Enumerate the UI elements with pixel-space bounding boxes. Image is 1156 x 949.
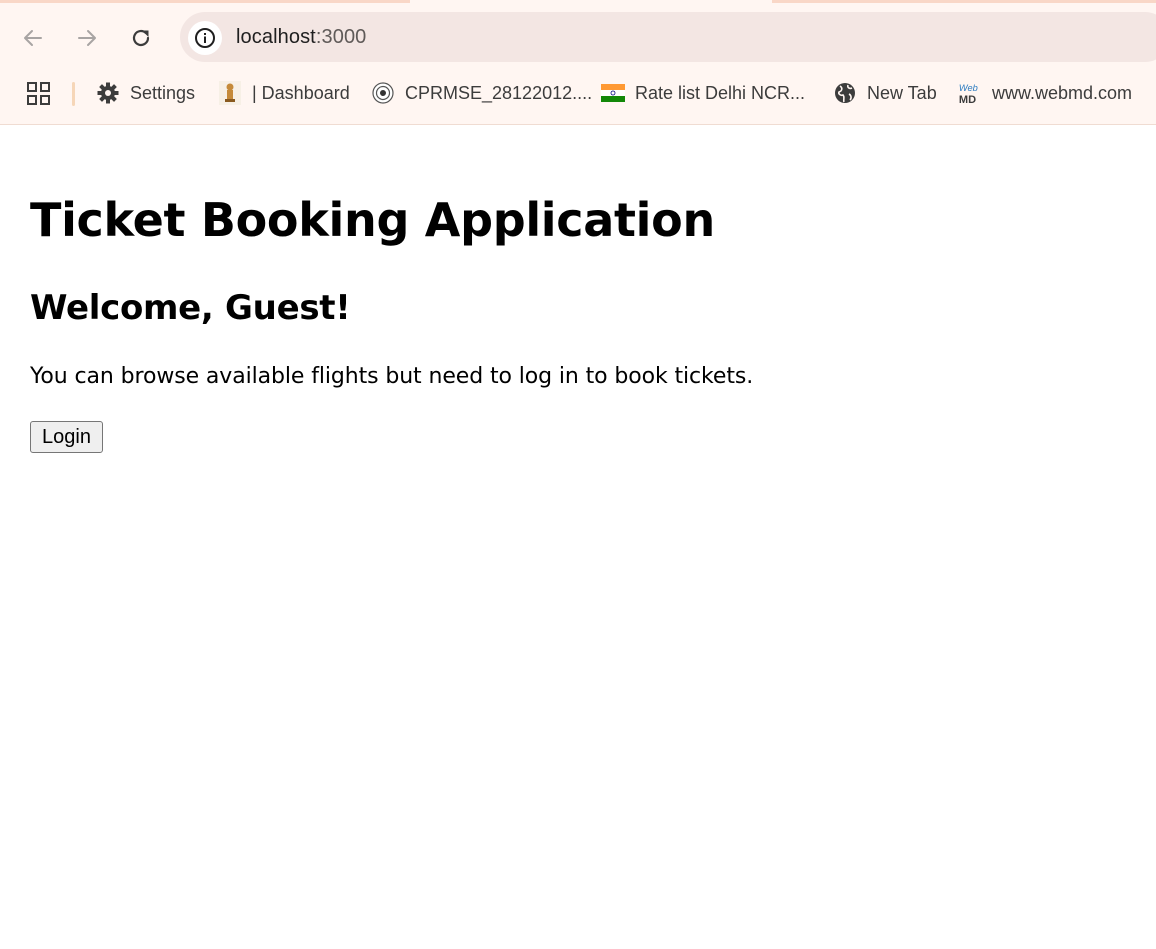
bookmark-label: Settings — [130, 82, 196, 103]
site-info-button[interactable] — [188, 21, 222, 55]
svg-text:MD: MD — [959, 94, 976, 106]
reload-icon — [132, 29, 150, 47]
active-tab[interactable] — [410, 0, 772, 3]
bookmark-label: www.webmd.com — [992, 82, 1133, 103]
apps-grid-icon — [27, 82, 50, 105]
bookmark-rate-list[interactable]: Rate list Delhi NCR... — [601, 79, 805, 107]
url-text[interactable]: localhost:3000 — [236, 26, 366, 49]
back-button[interactable] — [17, 22, 49, 54]
info-icon — [195, 28, 215, 48]
tab-strip — [0, 0, 1156, 3]
bookmark-label: | Dashboard — [252, 82, 350, 103]
bookmark-webmd[interactable]: Web MD www.webmd.com — [958, 79, 1132, 107]
reload-button[interactable] — [125, 22, 157, 54]
emblem-icon — [218, 81, 242, 105]
seal-icon — [371, 81, 395, 105]
url-port: :3000 — [315, 26, 367, 48]
welcome-heading: Welcome, Guest! — [30, 288, 351, 328]
browser-toolbar: localhost:3000 Settings | Dashboard CPRM… — [0, 0, 1156, 125]
webmd-logo-icon: Web MD — [958, 81, 982, 106]
bookmark-settings[interactable]: Settings — [96, 79, 195, 107]
bookmark-label: CPRMSE_28122012.... — [405, 82, 593, 103]
login-button[interactable]: Login — [30, 421, 103, 453]
page-title: Ticket Booking Application — [30, 193, 715, 247]
globe-icon — [833, 81, 857, 105]
gear-icon — [96, 81, 120, 105]
india-flag-icon — [601, 81, 625, 105]
forward-button[interactable] — [71, 22, 103, 54]
bookmark-new-tab[interactable]: New Tab — [833, 79, 937, 107]
apps-button[interactable] — [26, 81, 52, 107]
bookmarks-separator — [72, 82, 75, 106]
url-host: localhost — [236, 26, 316, 48]
bookmark-label: New Tab — [867, 82, 937, 103]
arrow-left-icon — [24, 30, 42, 46]
svg-text:Web: Web — [959, 83, 978, 93]
bookmark-dashboard[interactable]: | Dashboard — [218, 79, 350, 107]
arrow-right-icon — [78, 30, 96, 46]
bookmarks-bar: Settings | Dashboard CPRMSE_28122012....… — [0, 76, 1156, 110]
guest-message: You can browse available flights but nee… — [30, 364, 754, 389]
bookmark-cprmse[interactable]: CPRMSE_28122012.... — [371, 79, 592, 107]
bookmark-label: Rate list Delhi NCR... — [635, 82, 806, 103]
